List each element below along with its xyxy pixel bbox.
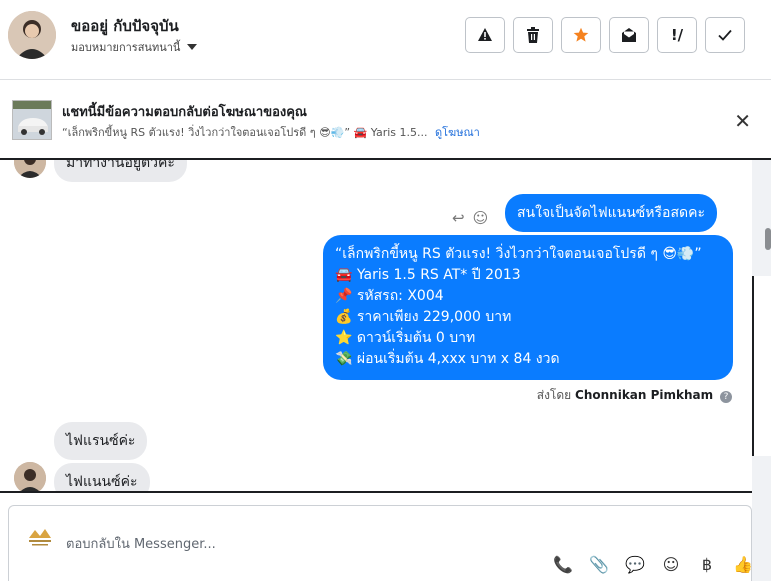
envelope-open-icon [622, 28, 636, 42]
delete-button[interactable] [513, 17, 553, 53]
view-ad-link[interactable]: ดูโฆษณา [435, 126, 480, 139]
contact-name: ขออยู่ กับปัจจุบัน [71, 17, 179, 35]
double-exclamation-icon: !/ [670, 26, 684, 44]
emoji-icon[interactable]: ☺ [660, 555, 682, 574]
assign-label: มอบหมายการสนทนานี้ [71, 41, 181, 54]
conversation-header: ขออยู่ กับปัจจุบัน มอบหมายการสนทนานี้ !/ [0, 0, 771, 80]
message-line: 📌 รหัสรถ: X004 [335, 288, 444, 304]
close-icon[interactable]: ✕ [734, 109, 751, 133]
ad-reply-banner: แชทนี้มีข้อความตอบกลับต่อโฆษณาของคุณ “เล… [0, 81, 771, 160]
star-icon [573, 27, 589, 42]
assign-conversation-dropdown[interactable]: มอบหมายการสนทนานี้ [71, 38, 198, 56]
reply-placeholder: ตอบกลับใน Messenger... [66, 537, 216, 552]
check-icon [718, 29, 732, 41]
conversation-actions: !/ [465, 17, 745, 53]
contact-avatar-small [14, 160, 46, 178]
side-panel [752, 276, 771, 456]
page-logo [25, 526, 55, 548]
message-line: 💸 ผ่อนเริ่มต้น 4,xxx บาท x 84 งวด [335, 351, 560, 367]
message-line: “เล็กพริกขี้หนู RS ตัวแรง! วิ่งไวกว่าใจต… [335, 246, 702, 262]
emoji-react-icon[interactable]: ☺ [473, 209, 489, 227]
incoming-message: ไฟแรนซ์ค่ะ [54, 422, 148, 460]
message-line: 🚘 Yaris 1.5 RS AT* ปี 2013 [335, 267, 521, 283]
like-icon[interactable]: 👍 [732, 555, 754, 574]
message-line: ⭐ ดาวน์เริ่มต้น 0 บาท [335, 330, 476, 346]
sent-by-label: ส่งโดย Chonnikan Pimkham ? [537, 386, 732, 405]
call-icon[interactable]: 📞 [552, 555, 574, 574]
mark-unread-button[interactable] [609, 17, 649, 53]
message-line: 💰 ราคาเพียง 229,000 บาท [335, 309, 512, 325]
contact-avatar[interactable] [8, 11, 56, 59]
report-spam-button[interactable] [465, 17, 505, 53]
message-thread[interactable]: มาทำงานอยู่ตัวคะ ↩ ☺ สนใจเป็นจัดไฟแนนซ์ห… [0, 160, 752, 493]
ad-reply-title: แชทนี้มีข้อความตอบกลับต่อโฆษณาของคุณ [62, 105, 307, 120]
follow-up-button[interactable]: !/ [657, 17, 697, 53]
incoming-message: มาทำงานอยู่ตัวคะ [54, 160, 187, 182]
saved-replies-icon[interactable]: 💬 [624, 555, 646, 574]
attachment-icon[interactable]: 📎 [588, 555, 610, 574]
outgoing-ad-message: “เล็กพริกขี้หนู RS ตัวแรง! วิ่งไวกว่าใจต… [323, 235, 733, 380]
sent-by-prefix: ส่งโดย [536, 388, 572, 402]
warning-icon [478, 28, 492, 41]
sender-name: Chonnikan Pimkham [575, 388, 714, 402]
message-composer: ตอบกลับใน Messenger... 📞 📎 💬 ☺ ฿ 👍 [0, 495, 754, 581]
payment-icon[interactable]: ฿ [696, 555, 718, 574]
help-icon[interactable]: ? [720, 391, 732, 403]
contact-avatar-small [14, 462, 46, 491]
incoming-message: ไฟแนนซ์ค่ะ [54, 463, 150, 491]
mark-done-button[interactable] [705, 17, 745, 53]
trash-icon [527, 27, 539, 43]
outgoing-message: สนใจเป็นจัดไฟแนนซ์หรือสดคะ [505, 194, 717, 232]
chevron-down-icon [187, 44, 198, 50]
ad-thumbnail[interactable] [12, 100, 52, 140]
reply-icon[interactable]: ↩ [452, 209, 465, 227]
message-actions: ↩ ☺ [452, 209, 488, 227]
composer-toolbar: 📞 📎 💬 ☺ ฿ 👍 [552, 555, 754, 574]
star-button[interactable] [561, 17, 601, 53]
scrollbar-thumb[interactable] [765, 228, 771, 250]
ad-text-preview: “เล็กพริกขี้หนู RS ตัวแรง! วิ่งไวกว่าใจต… [62, 126, 428, 139]
ad-reply-subtitle: “เล็กพริกขี้หนู RS ตัวแรง! วิ่งไวกว่าใจต… [62, 123, 480, 141]
